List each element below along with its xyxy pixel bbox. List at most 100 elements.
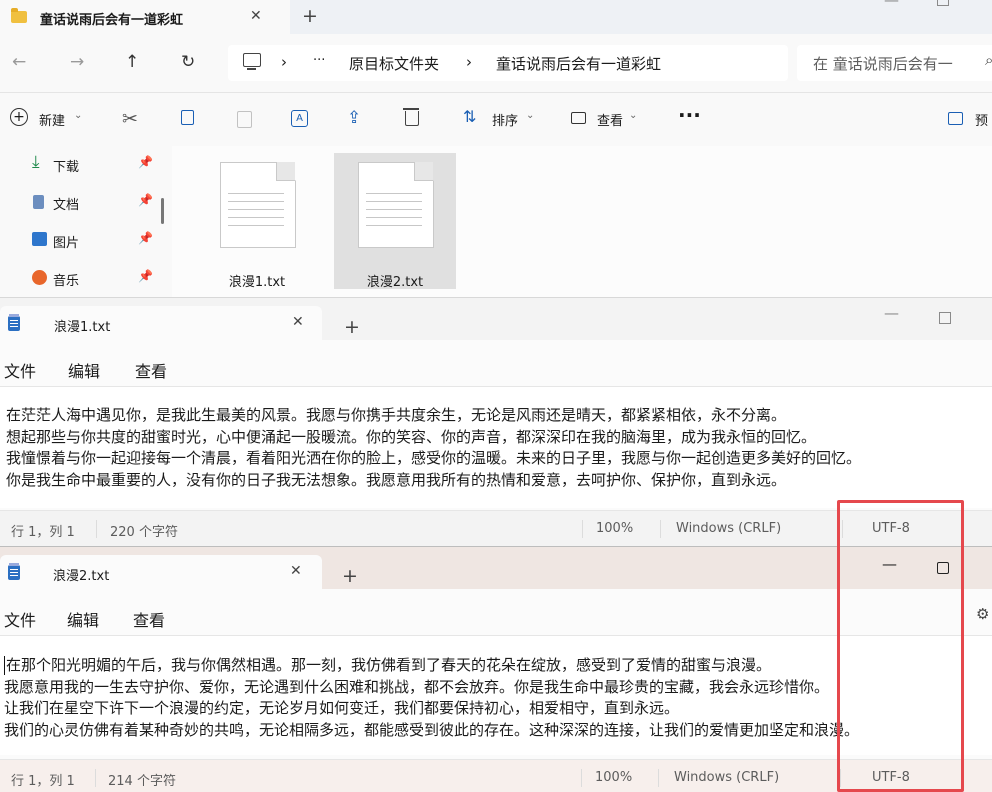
sidebar-item-documents[interactable]: 文档 📌 bbox=[28, 186, 156, 218]
menu-file[interactable]: 文件 bbox=[4, 358, 36, 382]
text-line: 想起那些与你共度的甜蜜时光，心中便涌起一股暖流。你的笑容、你的声音，都深深印在我… bbox=[6, 427, 817, 446]
file-name: 浪漫2.txt bbox=[366, 275, 424, 290]
explorer-tab[interactable]: 童话说雨后会有一道彩虹 ✕ bbox=[0, 0, 290, 34]
plus-icon: + bbox=[10, 108, 28, 126]
sidebar-item-music[interactable]: 音乐 📌 bbox=[28, 262, 156, 294]
notepad-1-tab-title: 浪漫1.txt bbox=[54, 320, 111, 335]
notepad-icon bbox=[8, 314, 20, 331]
pictures-icon bbox=[32, 232, 47, 246]
forward-button[interactable]: → bbox=[70, 52, 84, 72]
delete-icon[interactable] bbox=[405, 111, 419, 126]
notepad-1-new-tab-button[interactable]: + bbox=[344, 316, 360, 338]
more-options-button[interactable]: ··· bbox=[678, 103, 701, 127]
text-line: 在茫茫人海中遇见你，是我此生最美的风景。我愿与你携手共度余生，无论是风雨还是晴天… bbox=[6, 406, 787, 424]
menu-view[interactable]: 查看 bbox=[135, 358, 167, 382]
notepad-2-tab[interactable]: 浪漫2.txt ✕ bbox=[0, 555, 322, 589]
notepad-1-tab[interactable]: 浪漫1.txt ✕ bbox=[0, 306, 322, 340]
chevron-down-icon: ⌄ bbox=[629, 110, 638, 121]
cut-icon[interactable]: ✂ bbox=[122, 108, 138, 130]
breadcrumb-root[interactable]: 原目标文件夹 bbox=[349, 53, 439, 74]
text-line: 在那个阳光明媚的午后，我与你偶然相遇。那一刻，我仿佛看到了春天的花朵在绽放，感受… bbox=[6, 656, 772, 674]
character-count: 220 个字符 bbox=[110, 525, 178, 540]
text-line: 我憧憬着与你一起迎接每一个清晨，看着阳光洒在你的脸上，感受你的温暖。未来的日子里… bbox=[6, 449, 862, 467]
new-button-label: 新建 bbox=[39, 114, 66, 129]
text-line: 我们的心灵仿佛有着某种奇妙的共鸣，无论相隔多远，都能感受到彼此的存在。这种深深的… bbox=[4, 720, 860, 739]
sidebar-item-pictures[interactable]: 图片 📌 bbox=[28, 224, 156, 256]
view-button[interactable]: 查看 ⌄ bbox=[570, 108, 650, 130]
menu-edit[interactable]: 编辑 bbox=[68, 358, 100, 382]
text-cursor bbox=[4, 656, 5, 675]
file-name: 浪漫1.txt bbox=[228, 275, 286, 290]
file-explorer-window: 童话说雨后会有一道彩虹 ✕ + — ← → ↑ ↻ › ··· 原目标文件夹 ›… bbox=[0, 0, 992, 297]
pin-icon[interactable]: 📌 bbox=[138, 155, 153, 169]
search-icon: ⌕ bbox=[985, 51, 992, 69]
file-item[interactable]: 浪漫1.txt bbox=[196, 155, 318, 291]
share-icon[interactable]: ⇪ bbox=[347, 108, 361, 128]
explorer-tab-close-button[interactable]: ✕ bbox=[250, 8, 262, 24]
cursor-position: 行 1，列 1 bbox=[11, 774, 75, 789]
sidebar-item-label: 下载 bbox=[53, 160, 80, 175]
notepad-2-tab-close-button[interactable]: ✕ bbox=[290, 563, 302, 579]
breadcrumb-separator: › bbox=[466, 53, 472, 71]
new-button[interactable]: + 新建 ⌄ bbox=[10, 108, 90, 130]
folder-icon bbox=[11, 8, 27, 23]
text-line: 让我们在星空下许下一个浪漫的约定，无论岁月如何变迁，我们都要保持初心，相爱相守，… bbox=[4, 699, 680, 717]
view-icon bbox=[571, 112, 586, 124]
explorer-new-tab-button[interactable]: + bbox=[302, 5, 318, 27]
pin-icon[interactable]: 📌 bbox=[138, 193, 153, 207]
line-ending: Windows (CRLF) bbox=[676, 521, 782, 536]
highlight-box bbox=[837, 500, 964, 792]
menu-file[interactable]: 文件 bbox=[4, 607, 36, 631]
sort-button[interactable]: ⇅ 排序 ⌄ bbox=[463, 107, 543, 130]
paste-icon[interactable] bbox=[237, 111, 252, 128]
notepad-2-tab-title: 浪漫2.txt bbox=[53, 569, 110, 584]
explorer-minimize-button[interactable]: — bbox=[884, 0, 899, 9]
notepad-1-maximize-button[interactable] bbox=[939, 312, 951, 324]
notepad-2-new-tab-button[interactable]: + bbox=[342, 565, 358, 587]
download-icon: ⤓ bbox=[32, 152, 40, 172]
text-line: 你是我生命中最重要的人，没有你的日子我无法想象。我愿意用我所有的热情和爱意，去呵… bbox=[6, 470, 787, 489]
refresh-button[interactable]: ↻ bbox=[181, 52, 195, 72]
pin-icon[interactable]: 📌 bbox=[138, 269, 153, 283]
sidebar-scrollbar[interactable] bbox=[161, 198, 164, 224]
up-button[interactable]: ↑ bbox=[125, 52, 139, 72]
sidebar-item-label: 图片 bbox=[53, 236, 80, 251]
breadcrumb-separator: › bbox=[281, 53, 287, 71]
pin-icon[interactable]: 📌 bbox=[138, 231, 153, 245]
menu-view[interactable]: 查看 bbox=[133, 607, 165, 631]
address-bar[interactable]: › ··· 原目标文件夹 › 童话说雨后会有一道彩虹 bbox=[228, 45, 788, 81]
chevron-down-icon: ⌄ bbox=[74, 110, 83, 121]
sidebar-item-downloads[interactable]: ⤓ 下载 📌 bbox=[28, 148, 156, 180]
character-count: 214 个字符 bbox=[108, 774, 176, 789]
zoom-level: 100% bbox=[595, 770, 633, 785]
monitor-icon bbox=[243, 53, 261, 67]
breadcrumb-current[interactable]: 童话说雨后会有一道彩虹 bbox=[496, 53, 661, 74]
search-placeholder: 在 童话说雨后会有一 bbox=[813, 55, 953, 73]
preview-pane-button[interactable]: 预 bbox=[948, 110, 992, 130]
breadcrumb-more-button[interactable]: ··· bbox=[313, 53, 325, 68]
notepad-1-tab-close-button[interactable]: ✕ bbox=[292, 314, 304, 330]
rename-icon[interactable]: A bbox=[291, 110, 308, 127]
explorer-tab-title: 童话说雨后会有一道彩虹 bbox=[40, 13, 184, 28]
chevron-down-icon: ⌄ bbox=[526, 110, 535, 121]
sidebar-item-label: 文档 bbox=[53, 198, 80, 213]
preview-pane-label: 预 bbox=[975, 114, 989, 129]
document-icon bbox=[33, 195, 44, 209]
music-icon bbox=[32, 270, 47, 285]
text-line: 我愿意用我的一生去守护你、爱你，无论遇到什么困难和挑战，都不会放弃。你是我生命中… bbox=[4, 677, 830, 696]
notepad-1-menubar: 文件 编辑 查看 bbox=[0, 348, 992, 386]
copy-icon[interactable] bbox=[181, 110, 194, 125]
view-button-label: 查看 bbox=[597, 114, 624, 129]
notepad-1-minimize-button[interactable]: — bbox=[884, 304, 899, 322]
notepad-1-text-area[interactable]: 在茫茫人海中遇见你，是我此生最美的风景。我愿与你携手共度余生，无论是风雨还是晴天… bbox=[0, 387, 992, 508]
menu-edit[interactable]: 编辑 bbox=[67, 607, 99, 631]
back-button[interactable]: ← bbox=[12, 52, 26, 72]
search-box[interactable]: 在 童话说雨后会有一 ⌕ bbox=[797, 45, 992, 81]
cursor-position: 行 1，列 1 bbox=[11, 525, 75, 540]
settings-icon[interactable]: ⚙ bbox=[976, 605, 989, 623]
explorer-maximize-button[interactable] bbox=[937, 0, 949, 6]
file-item[interactable]: 浪漫2.txt bbox=[334, 153, 456, 290]
sidebar-item-label: 音乐 bbox=[53, 274, 80, 289]
notepad-icon bbox=[8, 563, 20, 580]
sort-button-label: 排序 bbox=[492, 114, 519, 129]
